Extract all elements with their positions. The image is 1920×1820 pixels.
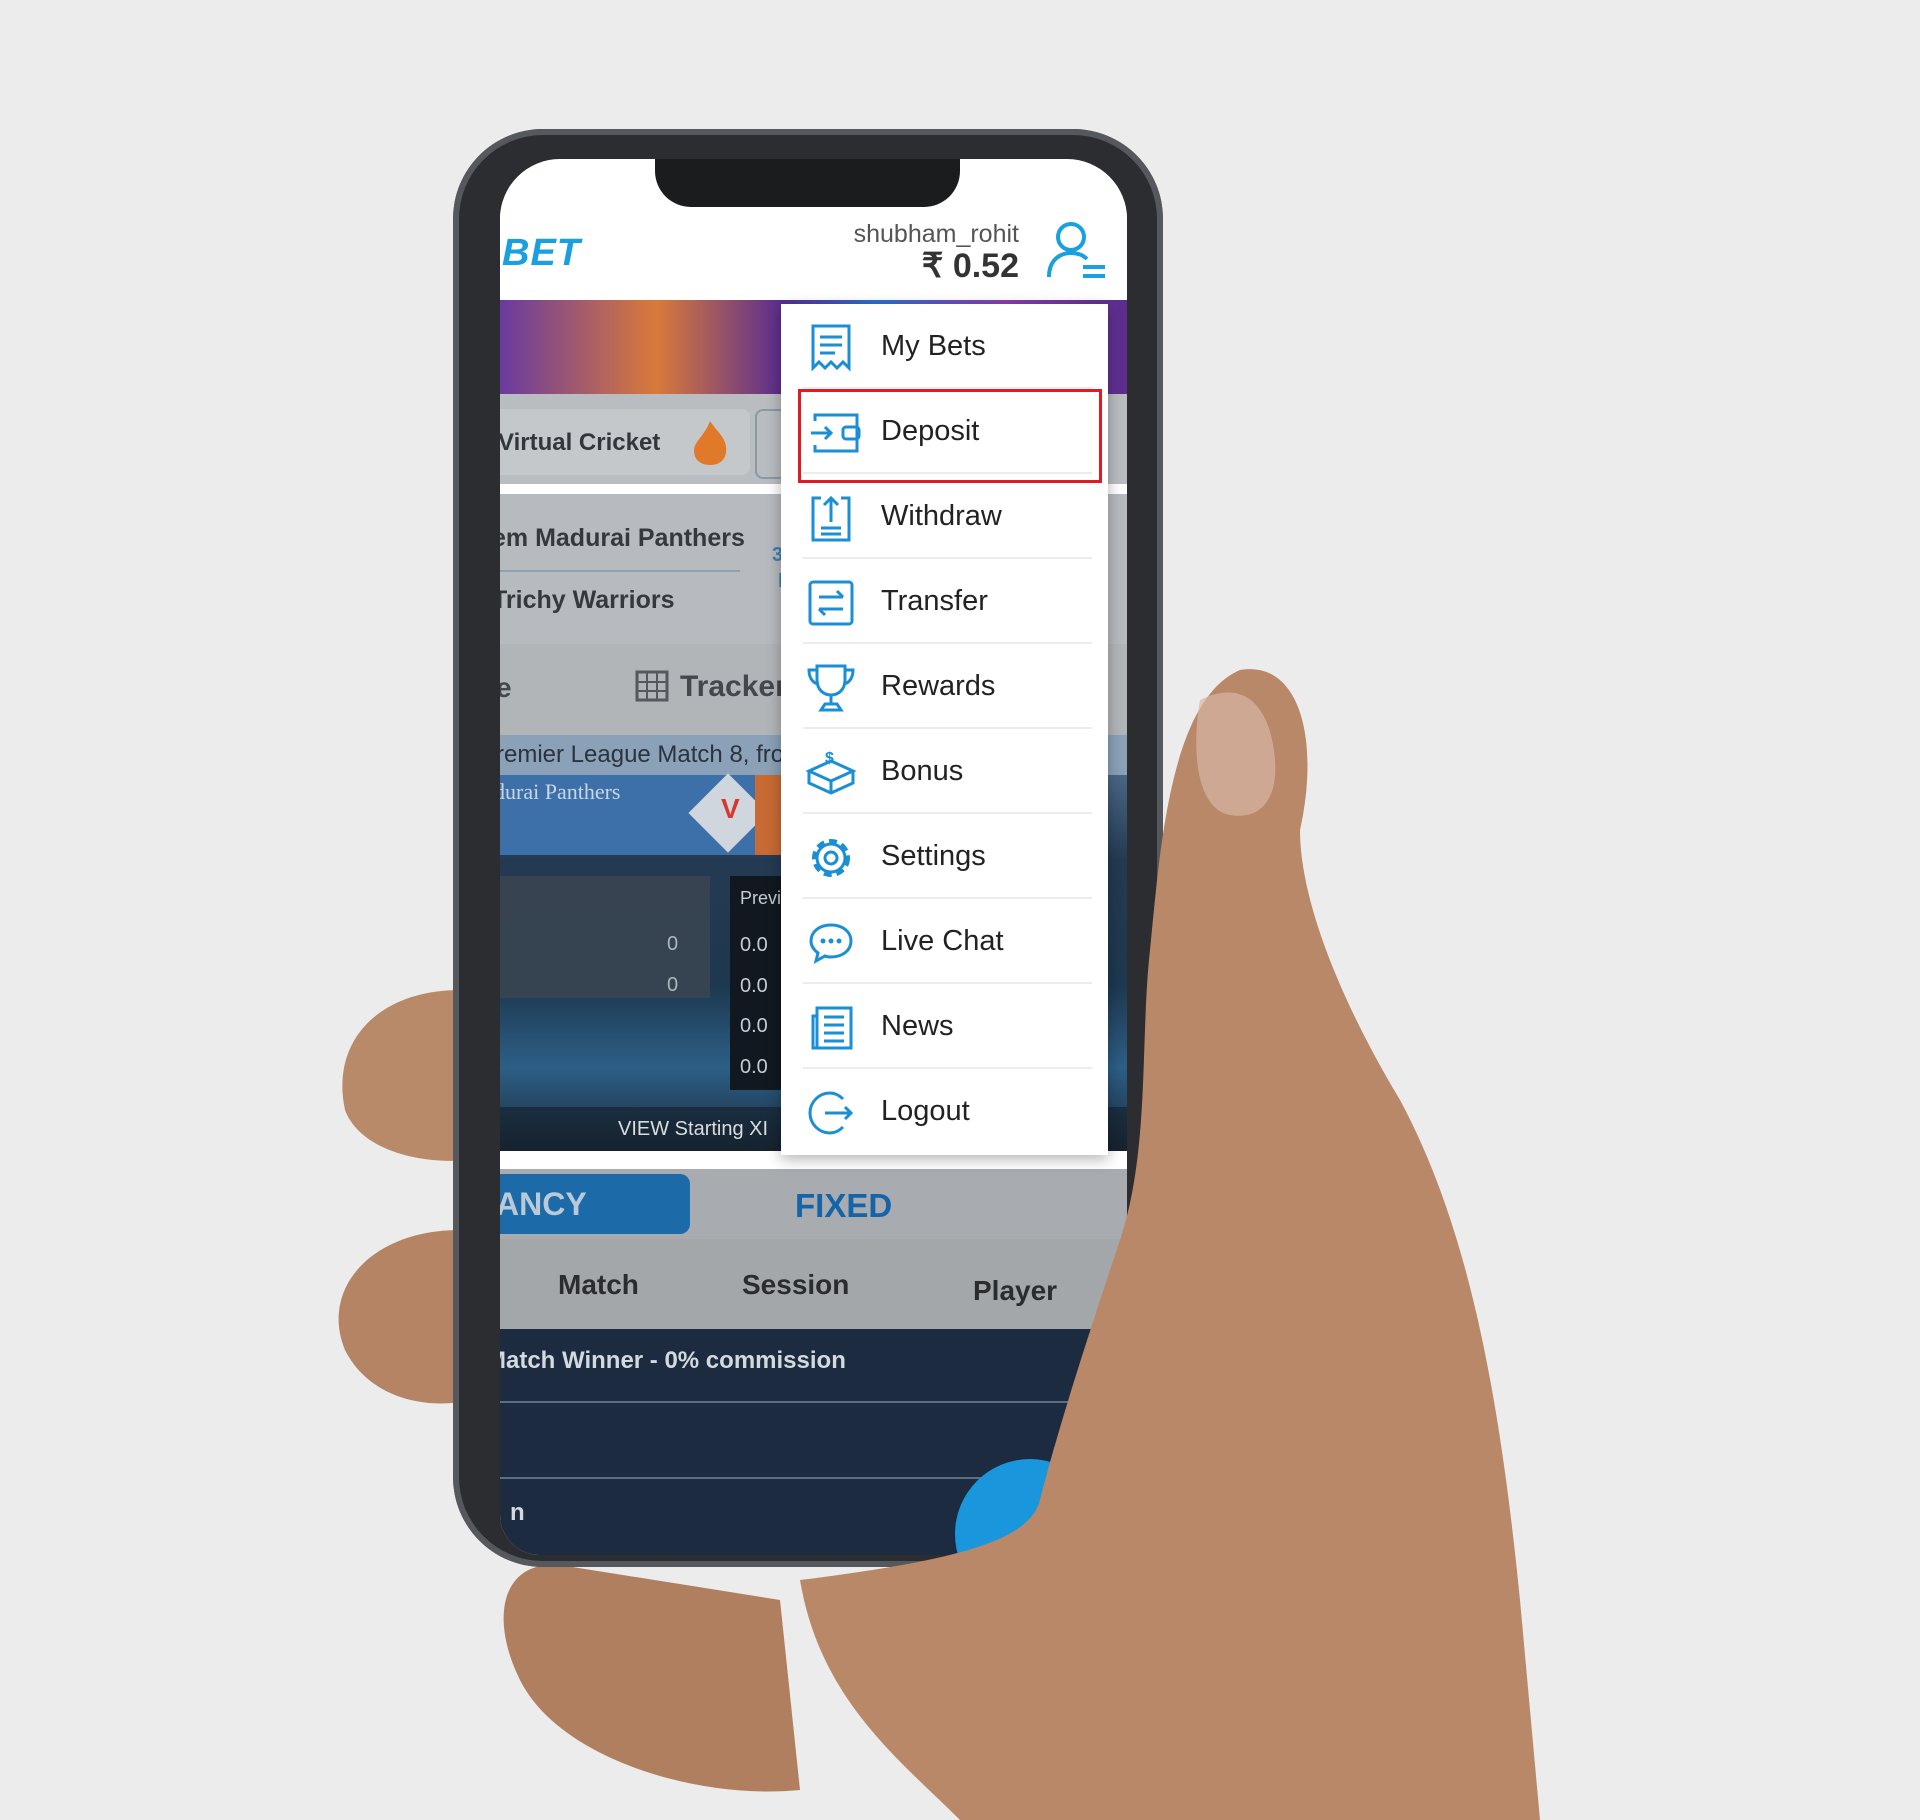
tab-fancy[interactable]: ANCY: [500, 1174, 690, 1234]
market-subtabs: Match Session Player: [500, 1239, 1127, 1329]
receipt-icon: [811, 324, 851, 372]
phone-notch: [655, 159, 960, 207]
tab-fixed[interactable]: FIXED: [795, 1187, 892, 1225]
market-type-tabs: ANCY FIXED: [500, 1169, 1127, 1239]
news-icon: [811, 1006, 853, 1050]
fire-icon: [694, 421, 727, 465]
phone-screen: BET shubham_rohit ₹ 0.52 Virtual Cricket…: [500, 159, 1127, 1555]
trophy-icon: [807, 664, 855, 712]
user-dropdown-menu: My Bets Deposit Withdraw Transfer Reward…: [781, 304, 1108, 1155]
team-name: Trichy Warriors: [500, 586, 675, 614]
menu-item-settings[interactable]: Settings: [781, 814, 1108, 899]
team-name: em Madurai Panthers: [500, 524, 745, 552]
menu-item-logout[interactable]: Logout: [781, 1069, 1108, 1154]
match-title: remier League Match 8, from: [500, 741, 805, 768]
market-title: Match Winner - 0% commission: [500, 1347, 846, 1374]
subtab-match[interactable]: Match: [558, 1269, 639, 1301]
tab-virtual-cricket[interactable]: Virtual Cricket: [500, 409, 750, 475]
deposit-highlight-box: [798, 389, 1102, 483]
upload-icon: [811, 495, 851, 542]
logout-icon: [808, 1091, 854, 1135]
menu-item-rewards[interactable]: Rewards: [781, 644, 1108, 729]
vs-label: V: [721, 793, 740, 824]
username: shubham_rohit: [853, 220, 1019, 248]
grid-icon: [635, 670, 669, 702]
user-menu-icon[interactable]: [1043, 217, 1107, 281]
gear-icon: [812, 839, 850, 877]
subtab-player[interactable]: Player: [973, 1275, 1057, 1307]
balance: ₹ 0.52: [921, 247, 1019, 285]
svg-text:$: $: [825, 750, 834, 767]
market-list: Match Winner - 0% commission t n: [500, 1329, 1127, 1555]
menu-item-live-chat[interactable]: Live Chat: [781, 899, 1108, 984]
bonus-box-icon: $: [805, 750, 857, 795]
menu-item-transfer[interactable]: Transfer: [781, 559, 1108, 644]
chat-icon: [809, 923, 853, 964]
tracker-tab[interactable]: Tracker: [680, 670, 787, 704]
menu-item-my-bets[interactable]: My Bets: [781, 304, 1108, 389]
app-header: BET shubham_rohit ₹ 0.52: [500, 202, 1127, 300]
menu-item-withdraw[interactable]: Withdraw: [781, 474, 1108, 559]
view-starting-xi-link[interactable]: VIEW Starting XI: [618, 1118, 768, 1141]
transfer-icon: [808, 580, 854, 626]
menu-item-news[interactable]: News: [781, 984, 1108, 1069]
brand-logo[interactable]: BET: [502, 232, 581, 275]
subtab-session[interactable]: Session: [742, 1269, 849, 1301]
menu-item-bonus[interactable]: $ Bonus: [781, 729, 1108, 814]
